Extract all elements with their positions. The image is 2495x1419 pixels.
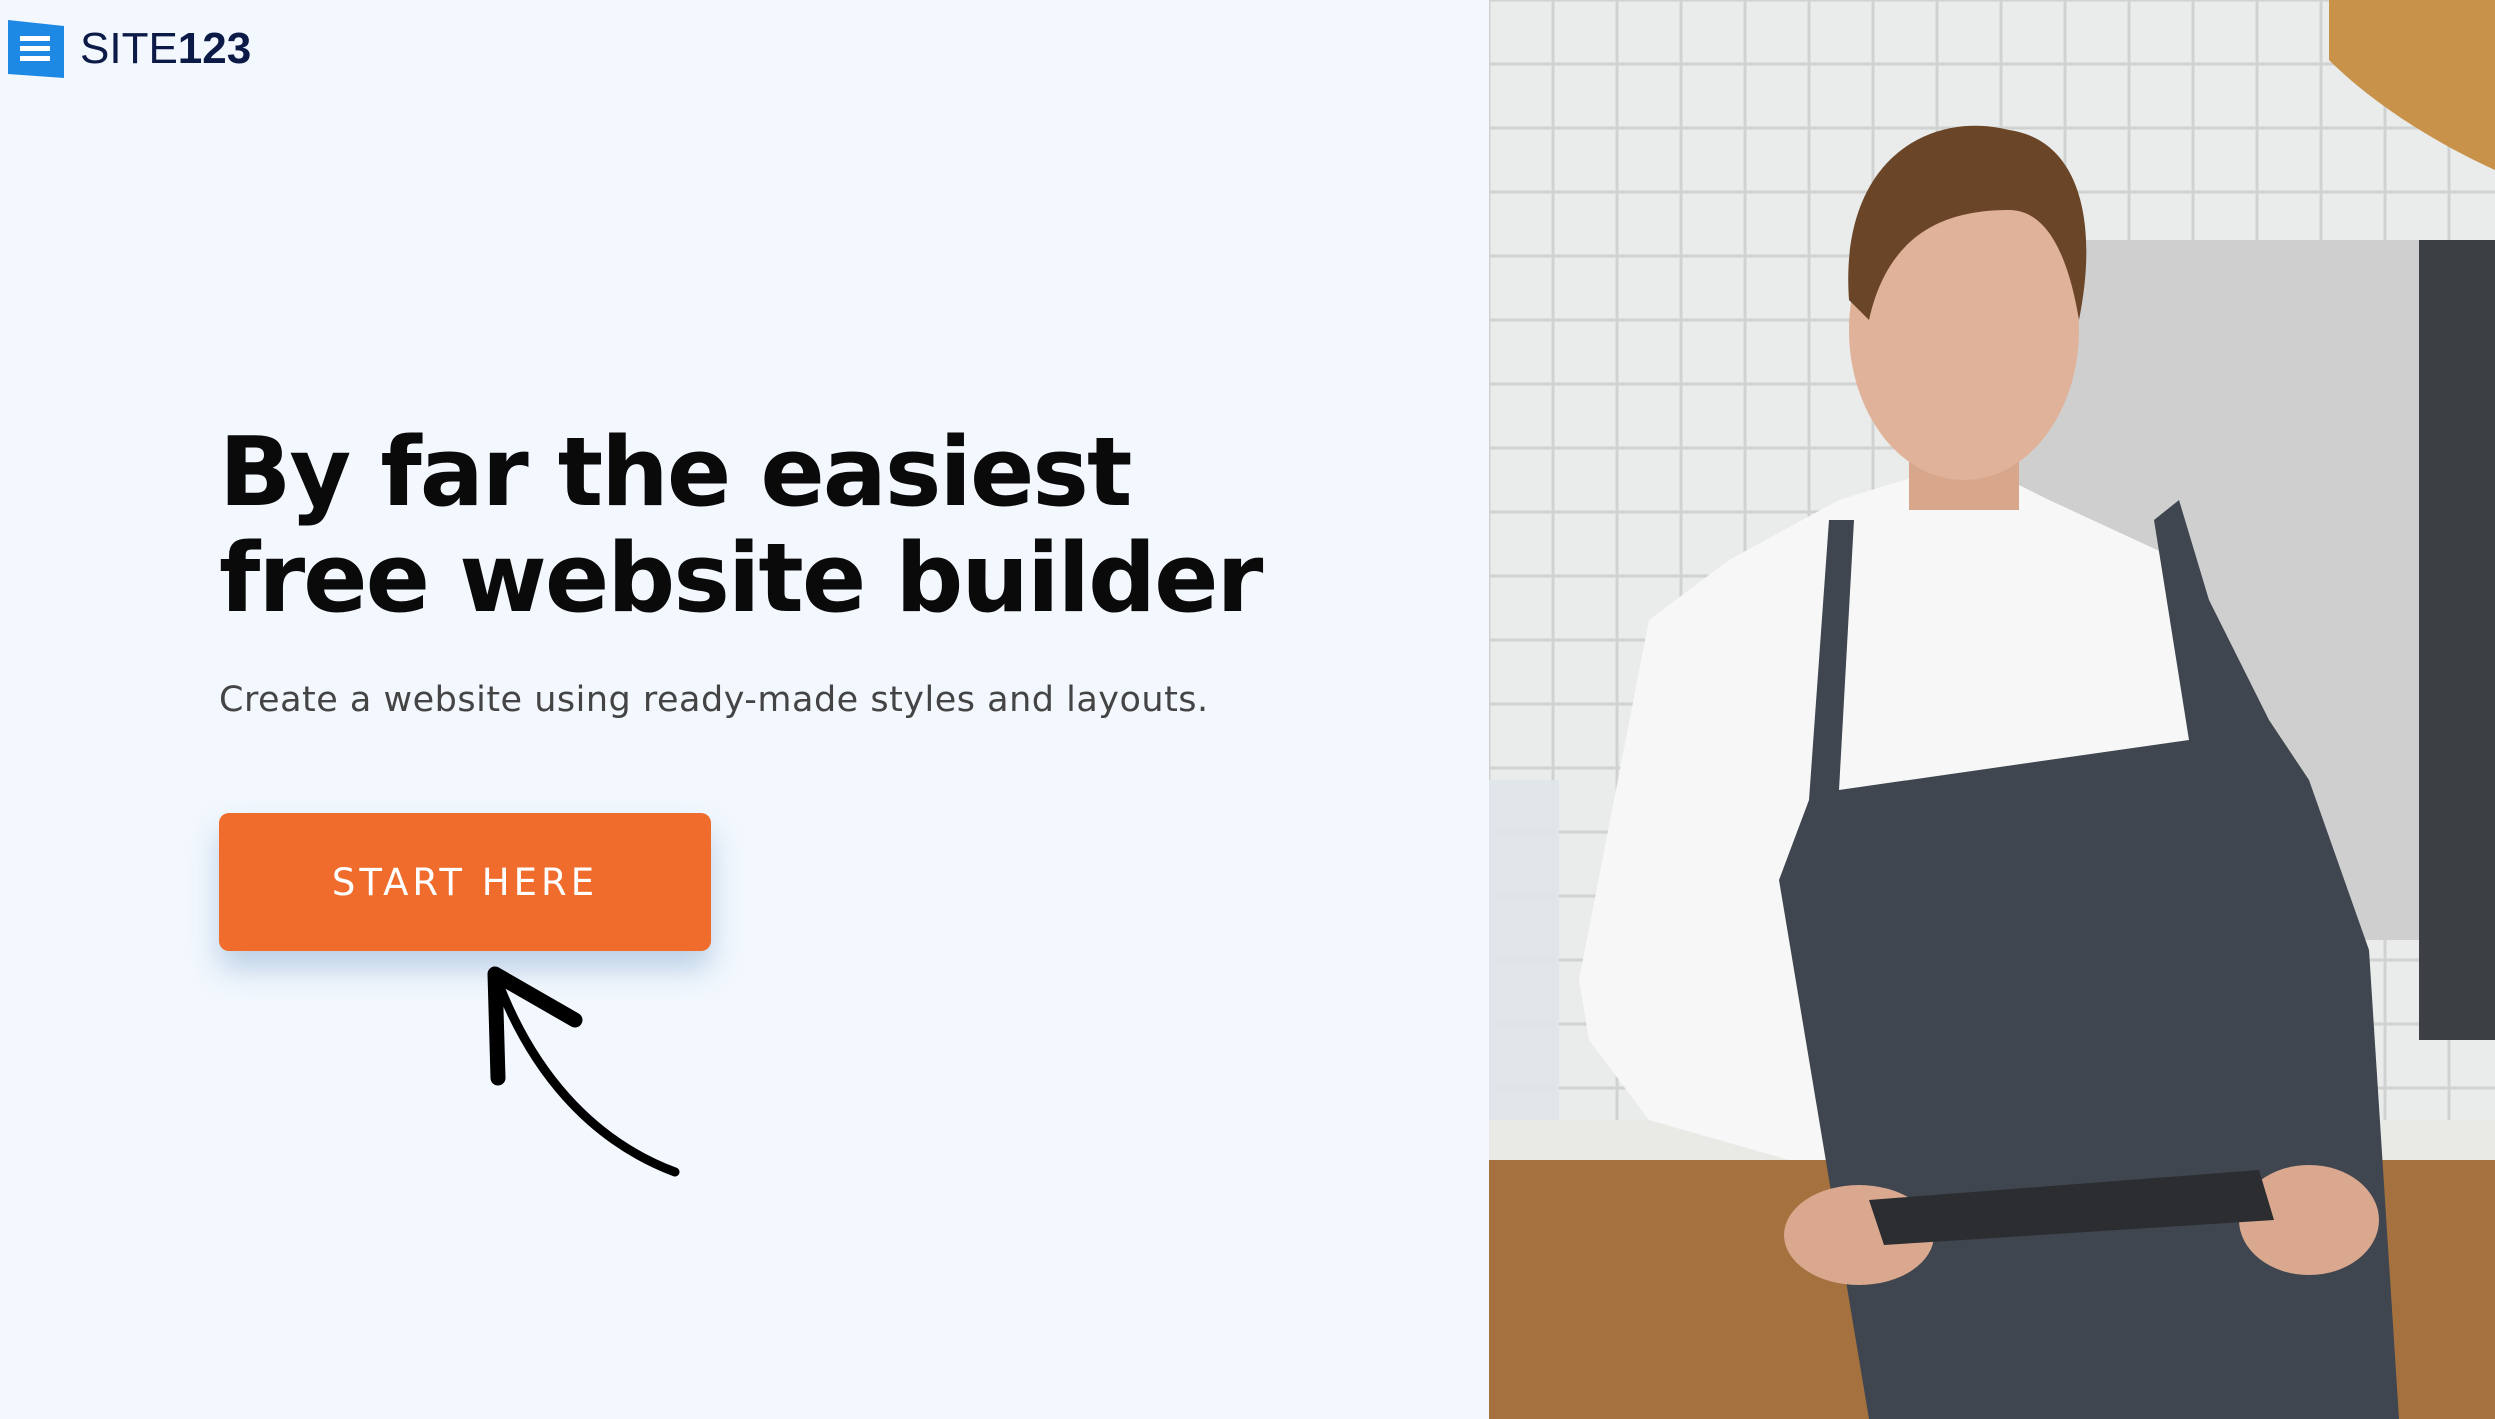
- hero-title-line1: By far the easiest: [219, 418, 1132, 528]
- hero-photo-waiter: [1489, 0, 2495, 1419]
- hero-heading: By far the easiest free website builder: [219, 418, 1263, 634]
- start-here-button[interactable]: START HERE: [219, 813, 711, 951]
- site123-logo[interactable]: SITE123: [6, 18, 251, 80]
- logo-menu-icon: [8, 20, 64, 78]
- hero-title-line2: free website builder: [219, 524, 1263, 634]
- hand-drawn-arrow-icon: [487, 966, 680, 1177]
- logo-text: SITE123: [80, 24, 252, 73]
- hero-subtitle: Create a website using ready-made styles…: [219, 680, 1209, 720]
